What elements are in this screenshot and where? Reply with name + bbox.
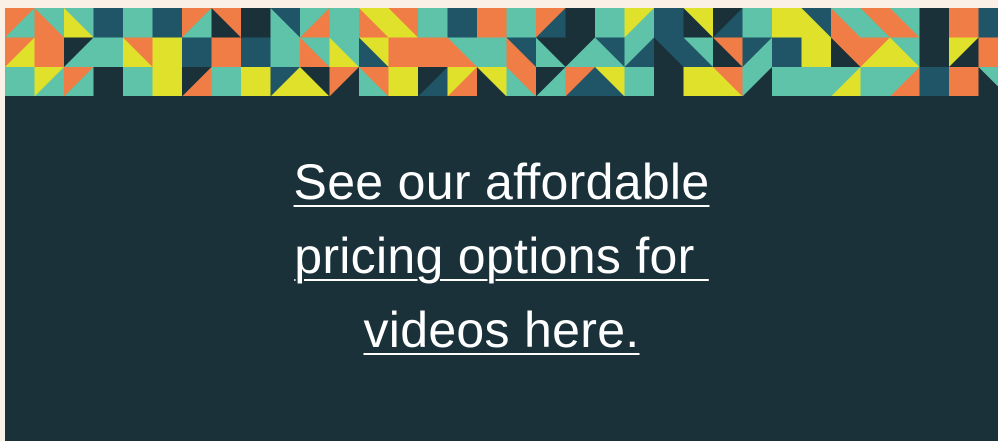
pattern-tile — [919, 67, 950, 96]
pattern-tile — [270, 37, 301, 68]
pricing-options-link[interactable]: See our affordable pricing options for v… — [5, 145, 998, 367]
pattern-tile — [772, 67, 803, 96]
pattern-tile — [152, 37, 183, 68]
pattern-tile — [418, 37, 449, 68]
pattern-tile — [93, 8, 124, 39]
pattern-tile — [477, 8, 508, 39]
pattern-tile — [152, 8, 183, 39]
pattern-tile — [683, 67, 714, 96]
pattern-tile — [93, 67, 124, 96]
pattern-tile — [949, 8, 980, 39]
pattern-tile — [329, 8, 360, 39]
pattern-tile — [152, 67, 183, 96]
pattern-tile — [5, 67, 36, 96]
pattern-tile — [123, 67, 154, 96]
pattern-tile — [919, 37, 950, 68]
pattern-tile — [123, 8, 154, 39]
pattern-tile — [241, 37, 272, 68]
pattern-tile — [241, 8, 272, 39]
pattern-tile — [742, 8, 773, 39]
pattern-tile — [654, 67, 685, 96]
pattern-tile — [949, 67, 980, 96]
cta-line-2: pricing options for — [294, 228, 709, 284]
pattern-tile — [801, 67, 832, 96]
pattern-tile — [978, 37, 998, 68]
pattern-tile — [772, 37, 803, 68]
pricing-banner: See our affordable pricing options for v… — [5, 8, 998, 441]
pattern-tile — [34, 37, 65, 68]
pattern-tile — [506, 8, 537, 39]
pattern-tile — [211, 67, 242, 96]
pattern-tile — [654, 8, 685, 39]
cta-line-1: See our affordable — [293, 154, 710, 210]
pattern-tile — [241, 67, 272, 96]
geometric-pattern-header — [5, 8, 998, 96]
cta-line-3: videos here. — [363, 302, 640, 358]
pattern-tile — [211, 37, 242, 68]
pattern-tile — [919, 8, 950, 39]
pattern-tile — [182, 37, 213, 68]
pattern-tile — [565, 8, 596, 39]
pattern-tile — [418, 8, 449, 39]
pattern-tile — [93, 37, 124, 68]
